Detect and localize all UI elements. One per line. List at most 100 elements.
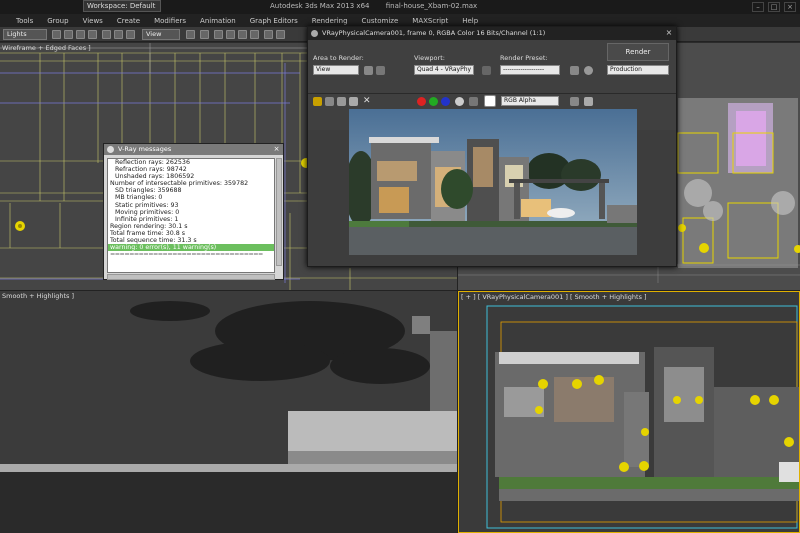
viewport-label[interactable]: [ + ] [ VRayPhysicalCamera001 ] [ Smooth… <box>461 293 647 301</box>
color-swatch[interactable] <box>484 95 496 107</box>
menu-modifiers[interactable]: Modifiers <box>147 17 193 25</box>
vfb-divider <box>308 93 676 94</box>
channel-dropdown[interactable]: RGB Alpha <box>501 96 559 106</box>
vfb-title-bar[interactable]: VRayPhysicalCamera001, frame 0, RGBA Col… <box>308 27 676 40</box>
copy-image-icon[interactable] <box>337 97 346 106</box>
close-icon[interactable]: × <box>784 2 796 12</box>
spinner-snap-icon[interactable] <box>250 30 259 39</box>
vray-messages-title-bar[interactable]: V-Ray messages × <box>104 144 283 155</box>
reference-coord-dropdown[interactable]: View <box>142 29 180 40</box>
close-icon[interactable]: × <box>272 144 281 153</box>
viewport-bottom-right-camera[interactable]: [ + ] [ VRayPhysicalCamera001 ] [ Smooth… <box>458 291 800 533</box>
select-by-name-icon[interactable] <box>64 30 73 39</box>
log-line: Total frame time: 30.8 s <box>110 229 186 237</box>
area-to-render-dropdown[interactable]: View <box>313 65 359 75</box>
vray-logo-icon <box>107 146 114 153</box>
green-channel-icon[interactable] <box>429 97 438 106</box>
render-preset-label: Render Preset: <box>500 54 548 62</box>
area-to-render-label: Area to Render: <box>313 54 364 62</box>
production-dropdown[interactable]: Production <box>607 65 669 75</box>
vray-frame-buffer-window[interactable]: VRayPhysicalCamera001, frame 0, RGBA Col… <box>307 26 677 267</box>
clone-frame-icon[interactable] <box>325 97 334 106</box>
menu-tools[interactable]: Tools <box>0 17 40 25</box>
camera-scene <box>459 292 799 532</box>
percent-snap-icon[interactable] <box>238 30 247 39</box>
menu-animation[interactable]: Animation <box>193 17 243 25</box>
vray-messages-window[interactable]: V-Ray messages × Reflection rays: 262536… <box>103 143 284 280</box>
rendered-image[interactable] <box>349 109 637 255</box>
pivot-icon[interactable] <box>186 30 195 39</box>
viewport-bottom-left[interactable]: Smooth + Highlights ] <box>0 291 457 533</box>
menu-views[interactable]: Views <box>76 17 110 25</box>
menu-create[interactable]: Create <box>110 17 147 25</box>
log-line: MB triangles: 0 <box>115 194 163 202</box>
save-image-icon[interactable] <box>313 97 322 106</box>
horizontal-scrollbar[interactable] <box>107 274 275 280</box>
minimize-icon[interactable]: – <box>752 2 764 12</box>
select-object-icon[interactable] <box>52 30 61 39</box>
blue-channel-icon[interactable] <box>441 97 450 106</box>
workspace-selector[interactable]: Workspace: Default <box>83 0 161 12</box>
align-icon[interactable] <box>276 30 285 39</box>
auto-region-icon[interactable] <box>376 66 385 75</box>
log-line: Moving primitives: 0 <box>115 208 180 216</box>
lock-icon[interactable] <box>482 66 491 75</box>
clear-icon[interactable]: ✕ <box>363 97 372 106</box>
edit-region-icon[interactable] <box>364 66 373 75</box>
maximize-icon[interactable]: □ <box>768 2 780 12</box>
rect-selection-icon[interactable] <box>76 30 85 39</box>
log-line: Static primitives: 93 <box>115 201 179 209</box>
menu-graph-editors[interactable]: Graph Editors <box>243 17 305 25</box>
vray-messages-title: V-Ray messages <box>118 145 172 153</box>
viewport-label[interactable]: Smooth + Highlights ] <box>2 292 74 300</box>
viewport-label[interactable]: Wireframe + Edged Faces ] <box>2 44 91 52</box>
render-preset-dropdown[interactable]: ------------------- <box>500 65 560 75</box>
menu-help[interactable]: Help <box>455 17 485 25</box>
angle-snap-icon[interactable] <box>226 30 235 39</box>
rotate-icon[interactable] <box>114 30 123 39</box>
window-title: Autodesk 3ds Max 2013 x64 final-house_Xb… <box>270 2 477 10</box>
log-line: Region rendering: 30.1 s <box>110 222 188 230</box>
mirror-icon[interactable] <box>264 30 273 39</box>
log-line: Total sequence time: 31.3 s <box>110 237 197 245</box>
viewport-dropdown[interactable]: Quad 4 - VRayPhy <box>414 65 474 75</box>
red-channel-icon[interactable] <box>417 97 426 106</box>
scale-icon[interactable] <box>126 30 135 39</box>
log-line: Reflection rays: 262536 <box>115 159 190 166</box>
window-crossing-icon[interactable] <box>88 30 97 39</box>
log-line: Infinite primitives: 1 <box>115 215 179 223</box>
vray-messages-log[interactable]: Reflection rays: 262536 Refraction rays:… <box>107 158 275 273</box>
menu-rendering[interactable]: Rendering <box>305 17 355 25</box>
snap-toggle-icon[interactable] <box>214 30 223 39</box>
log-line: Number of intersectable primitives: 3597… <box>110 180 249 188</box>
selection-filter-dropdown[interactable]: Lights <box>3 29 47 40</box>
print-icon[interactable] <box>349 97 358 106</box>
render-button[interactable]: Render <box>607 43 669 61</box>
viewport-label: Viewport: <box>414 54 445 62</box>
environment-icon[interactable] <box>584 66 593 75</box>
render-setup-icon[interactable] <box>570 66 579 75</box>
move-icon[interactable] <box>102 30 111 39</box>
app-title: Autodesk 3ds Max 2013 x64 <box>270 2 370 10</box>
toggle-panel-icon[interactable] <box>584 97 593 106</box>
log-line: Refraction rays: 98742 <box>115 166 187 174</box>
log-line: Unshaded rays: 1806592 <box>115 173 195 181</box>
close-icon[interactable]: × <box>664 28 674 38</box>
vfb-title: VRayPhysicalCamera001, frame 0, RGBA Col… <box>322 29 546 37</box>
vertical-scrollbar[interactable] <box>276 158 282 266</box>
warning-line: warning: 0 error(s), 11 warning(s) <box>108 244 274 252</box>
shaded-scene-left <box>0 291 457 533</box>
mono-icon[interactable] <box>469 97 478 106</box>
select-manipulate-icon[interactable] <box>200 30 209 39</box>
file-name: final-house_Xbam-02.max <box>385 2 478 10</box>
alpha-channel-icon[interactable] <box>455 97 464 106</box>
vray-logo-icon <box>311 30 318 37</box>
menu-group[interactable]: Group <box>40 17 75 25</box>
menu-maxscript[interactable]: MAXScript <box>405 17 455 25</box>
menu-customize[interactable]: Customize <box>355 17 406 25</box>
log-line: SD triangles: 359688 <box>115 187 182 195</box>
display-correction-icon[interactable] <box>570 97 579 106</box>
title-bar: Autodesk 3ds Max 2013 x64 final-house_Xb… <box>0 0 800 14</box>
separator-line: ================================ <box>110 251 263 259</box>
render-house-illustration <box>349 109 637 255</box>
